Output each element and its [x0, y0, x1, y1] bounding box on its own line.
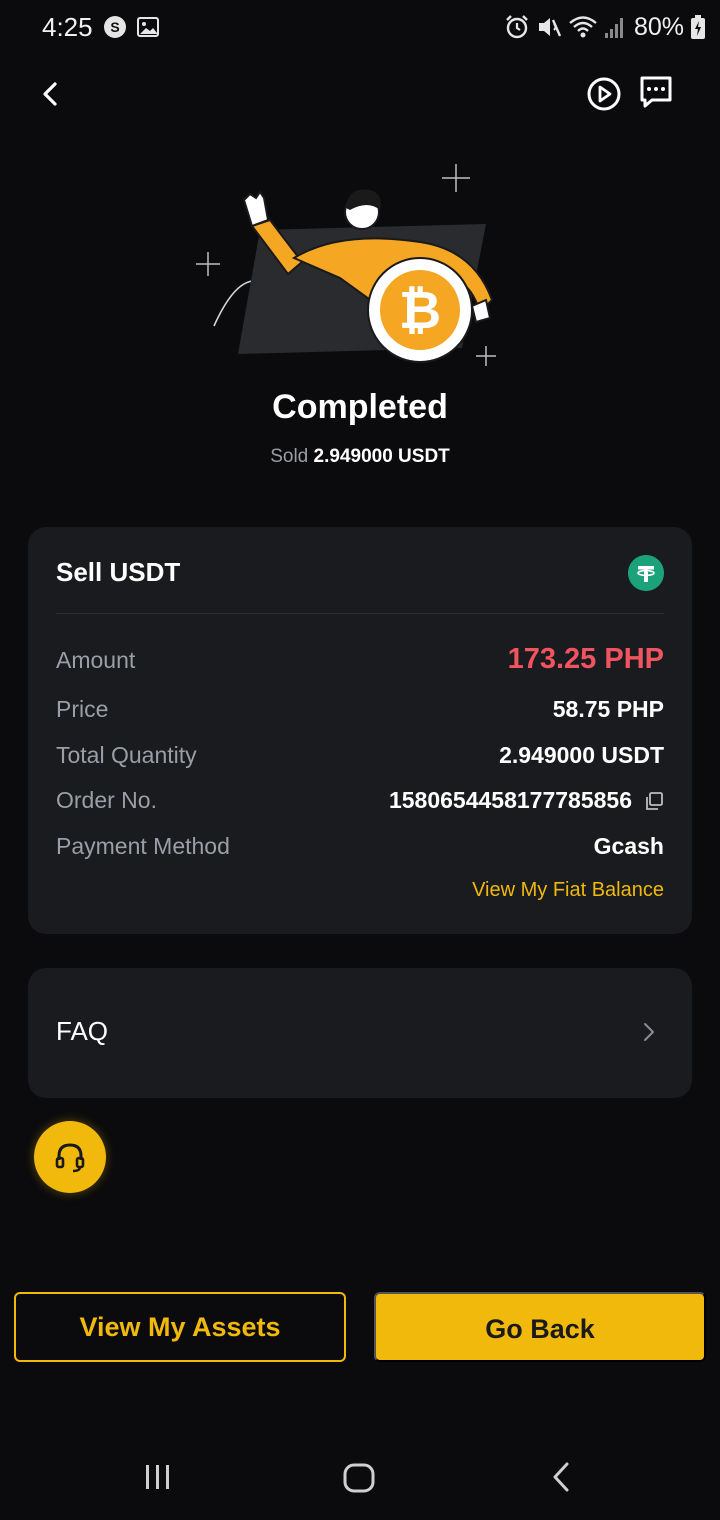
order-number-label: Order No.	[56, 787, 157, 813]
total-quantity-label: Total Quantity	[56, 742, 197, 768]
go-back-button[interactable]: Go Back	[374, 1292, 706, 1362]
view-my-assets-button[interactable]: View My Assets	[14, 1292, 346, 1362]
wifi-icon	[569, 16, 597, 38]
order-status-title: Completed	[272, 388, 448, 426]
chat-icon	[640, 76, 672, 108]
signal-icon	[604, 18, 623, 38]
order-number-value: 1580654458177785856	[388, 787, 632, 813]
headset-icon	[55, 1143, 85, 1173]
payment-method-label: Payment Method	[56, 833, 230, 859]
chat-button[interactable]	[636, 72, 676, 112]
mute-icon	[538, 18, 562, 37]
home-icon[interactable]	[342, 1462, 376, 1494]
order-title: Sell USDT	[56, 557, 181, 587]
status-time: 4:25	[42, 12, 93, 42]
status-bar: 4:25 S 80%	[0, 0, 720, 56]
price-value: 58.75 PHP	[552, 696, 664, 722]
svg-text:₿: ₿	[399, 281, 441, 341]
chevron-right-icon	[644, 1023, 654, 1041]
card-divider	[56, 613, 664, 614]
sold-summary: Sold 2.949000 USDT	[0, 446, 720, 468]
tether-icon	[628, 555, 664, 591]
total-quantity-value: 2.949000 USDT	[499, 742, 664, 768]
amount-label: Amount	[56, 647, 136, 673]
back-button[interactable]	[30, 72, 70, 116]
price-label: Price	[56, 696, 109, 722]
battery-icon	[691, 15, 705, 39]
sold-amount: 2.949000 USDT	[313, 446, 450, 467]
battery-percentage: 80%	[633, 12, 684, 41]
view-fiat-balance-link[interactable]: View My Fiat Balance	[472, 879, 664, 902]
order-details-card: Sell USDT Amount 173.25 PHP Price 58.75 …	[28, 527, 692, 934]
faq-label: FAQ	[56, 1016, 109, 1046]
payment-method-row: Payment Method Gcash	[56, 833, 664, 865]
order-number-row: Order No. 1580654458177785856	[56, 787, 664, 819]
recent-apps-icon[interactable]	[142, 1462, 174, 1492]
order-completed-screen: 4:25 S 80% ₿ Completed Sold 2.949000 USD…	[0, 0, 720, 1520]
total-quantity-row: Total Quantity 2.949000 USDT	[56, 742, 664, 774]
faq-row[interactable]: FAQ	[28, 968, 692, 1098]
payment-method-value: Gcash	[593, 833, 664, 859]
sold-prefix: Sold	[270, 446, 309, 467]
amount-value: 173.25 PHP	[507, 643, 664, 675]
system-back-icon[interactable]	[548, 1460, 574, 1494]
play-circle-icon	[587, 77, 621, 111]
back-arrow-icon	[43, 82, 57, 106]
price-row: Price 58.75 PHP	[56, 696, 664, 728]
amount-row: Amount 173.25 PHP	[56, 643, 664, 679]
alarm-icon	[506, 15, 528, 39]
tutorial-play-button[interactable]	[584, 74, 624, 114]
completed-illustration: ₿	[196, 164, 496, 366]
customer-support-button[interactable]	[34, 1121, 106, 1193]
gallery-icon	[137, 17, 159, 37]
s-app-icon: S	[104, 16, 126, 38]
copy-icon[interactable]	[644, 791, 664, 811]
status-icons: 80%	[504, 12, 706, 42]
